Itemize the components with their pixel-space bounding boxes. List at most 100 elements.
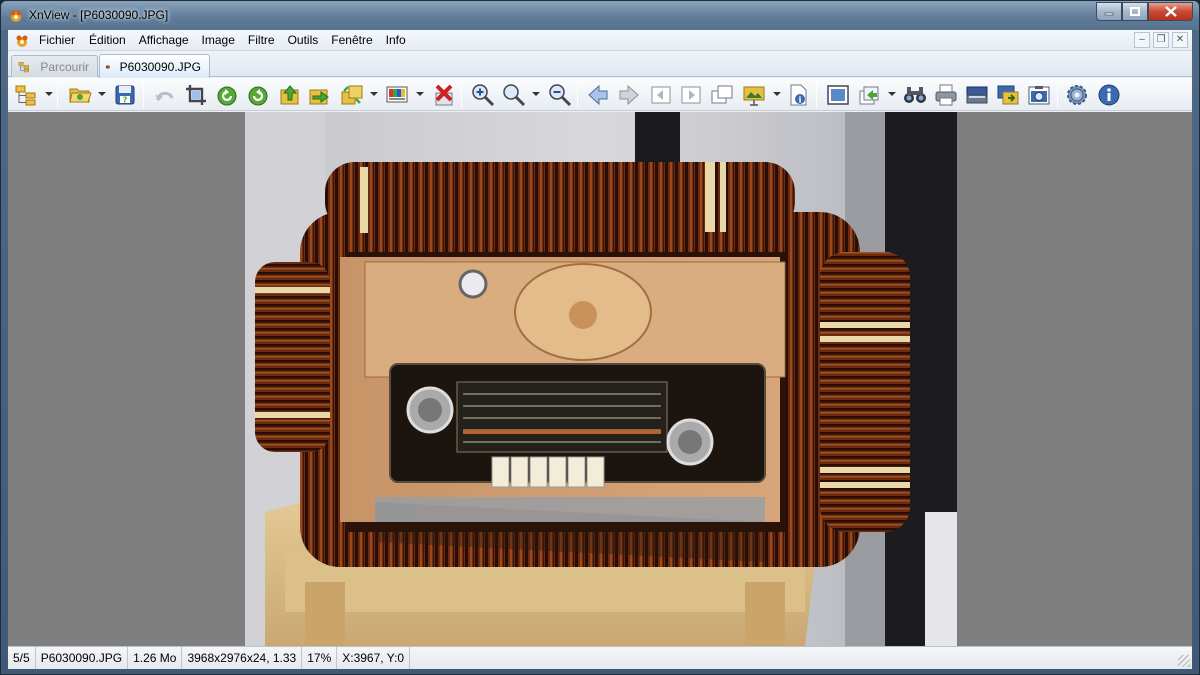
menu-bar: Fichier Édition Affichage Image Filtre O… [8, 30, 1192, 51]
browser-tree-icon [15, 85, 36, 106]
menu-filtre[interactable]: Filtre [248, 30, 288, 51]
rotate-left-icon [217, 86, 237, 106]
export-dropdown-arrow[interactable] [888, 92, 896, 96]
menu-items: Fichier Édition Affichage Image Filtre O… [39, 30, 414, 51]
mdi-restore-button[interactable]: ❐ [1153, 32, 1169, 48]
browser-dropdown-arrow[interactable] [45, 92, 53, 96]
browser-tree-icon [18, 61, 30, 72]
slideshow-icon [743, 86, 765, 106]
find-button[interactable] [903, 83, 927, 107]
adjust-colors-button[interactable] [385, 83, 409, 107]
rotate-right-icon [248, 86, 268, 106]
move-to-button[interactable] [278, 83, 302, 107]
maximize-button[interactable] [1122, 2, 1148, 21]
binoculars-icon [904, 87, 926, 103]
toolbar: ? i [8, 78, 1192, 111]
status-zoom: 17% [302, 647, 338, 669]
export-icon [859, 86, 879, 105]
fullscreen-button[interactable] [826, 83, 850, 107]
properties-button[interactable]: i [786, 83, 810, 107]
tab-image[interactable]: P6030090.JPG [99, 54, 210, 78]
xnview-menu-icon[interactable] [14, 33, 30, 49]
svg-text:?: ? [123, 96, 128, 105]
mdi-close-button[interactable]: ✕ [1172, 32, 1188, 48]
adjust-colors-icon [386, 86, 408, 103]
fullscreen-icon [827, 85, 849, 105]
zoom-icon [503, 84, 526, 107]
last-button[interactable] [679, 83, 703, 107]
tab-bar: Parcourir P6030090.JPG [8, 52, 1192, 78]
delete-button[interactable] [432, 83, 456, 107]
radio-photo-illustration [245, 112, 957, 646]
convert-button[interactable] [340, 83, 364, 107]
settings-button[interactable] [1065, 83, 1089, 107]
info-icon [1098, 84, 1120, 106]
scan-button[interactable] [965, 83, 989, 107]
properties-icon: i [790, 84, 807, 106]
crop-button[interactable] [184, 83, 208, 107]
xnview-logo-icon [10, 10, 22, 22]
print-button[interactable] [934, 83, 958, 107]
rotate-left-button[interactable] [215, 83, 239, 107]
next-button[interactable] [617, 83, 641, 107]
first-button[interactable] [649, 83, 673, 107]
previous-button[interactable] [586, 83, 610, 107]
status-spacer [410, 647, 1192, 669]
menu-affichage[interactable]: Affichage [139, 30, 202, 51]
toolbar-separator [461, 83, 462, 107]
zoom-out-button[interactable] [548, 83, 572, 107]
svg-text:i: i [798, 95, 801, 105]
print-icon [935, 84, 957, 106]
image-thumbnail-icon [106, 65, 110, 68]
about-button[interactable] [1097, 83, 1121, 107]
next-icon [619, 84, 639, 106]
maximize-icon [1130, 7, 1140, 16]
capture-icon [997, 85, 1019, 105]
photo-image [245, 112, 957, 646]
capture-button[interactable] [996, 83, 1020, 107]
scanner-icon [966, 86, 988, 104]
mdi-minimize-button[interactable]: – [1134, 32, 1150, 48]
undo-button[interactable] [153, 83, 177, 107]
convert-dropdown-arrow[interactable] [370, 92, 378, 96]
open-dropdown-arrow[interactable] [98, 92, 106, 96]
resize-grip[interactable] [1178, 655, 1190, 667]
zoom-button[interactable] [502, 83, 526, 107]
menu-image[interactable]: Image [202, 30, 248, 51]
rotate-right-button[interactable] [246, 83, 270, 107]
slideshow-button[interactable] [742, 83, 766, 107]
app-window: XnView - [P6030090.JPG] Fichier Édition … [0, 0, 1200, 675]
export-button[interactable] [857, 83, 881, 107]
menu-edition[interactable]: Édition [89, 30, 139, 51]
toolbar-separator [57, 83, 58, 107]
image-viewer[interactable] [8, 112, 1192, 646]
zoom-in-icon [472, 84, 495, 107]
toolbar-separator [816, 83, 817, 107]
status-bar: 5/5 P6030090.JPG 1.26 Mo 3968x2976x24, 1… [8, 646, 1192, 669]
window-button[interactable] [710, 83, 734, 107]
open-button[interactable] [68, 83, 92, 107]
menu-fichier[interactable]: Fichier [39, 30, 89, 51]
adjust-dropdown-arrow[interactable] [416, 92, 424, 96]
tab-image-label: P6030090.JPG [119, 59, 201, 74]
slideshow-dropdown-arrow[interactable] [773, 92, 781, 96]
previous-icon [588, 84, 608, 106]
tab-parcourir[interactable]: Parcourir [11, 55, 98, 77]
minimize-button[interactable] [1096, 2, 1122, 21]
caption-buttons [1096, 2, 1193, 22]
title-bar[interactable]: XnView - [P6030090.JPG] [1, 1, 1199, 30]
toolbar-separator [143, 83, 144, 107]
toolbar-separator [577, 83, 578, 107]
save-button[interactable]: ? [113, 83, 137, 107]
browser-tree-button[interactable] [14, 83, 38, 107]
menu-outils[interactable]: Outils [288, 30, 332, 51]
close-button[interactable] [1148, 2, 1193, 21]
menu-info[interactable]: Info [386, 30, 414, 51]
zoom-in-button[interactable] [471, 83, 495, 107]
menu-fenetre[interactable]: Fenêtre [331, 30, 385, 51]
zoom-dropdown-arrow[interactable] [532, 92, 540, 96]
copy-to-button[interactable] [307, 83, 331, 107]
camera-button[interactable] [1027, 83, 1051, 107]
status-index: 5/5 [8, 647, 36, 669]
status-dimensions: 3968x2976x24, 1.33 [182, 647, 303, 669]
